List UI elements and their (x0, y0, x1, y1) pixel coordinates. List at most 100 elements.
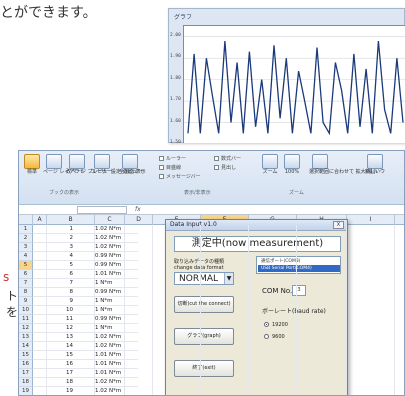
checkbox-label: ルーラー (166, 156, 187, 162)
name-box[interactable] (77, 206, 127, 214)
cell-a[interactable]: 11 (33, 315, 93, 324)
cell-a[interactable]: 6 (33, 270, 93, 279)
cell-b[interactable]: 0.99 N*m (93, 252, 138, 261)
cell-a[interactable]: 19 (33, 387, 93, 395)
ribbon-button[interactable]: 100% (281, 154, 303, 184)
ribbon-button[interactable]: 改ページ プレビュー (66, 154, 113, 184)
ribbon-checkbox[interactable]: 数式バー (214, 155, 241, 162)
cell-a[interactable]: 15 (33, 351, 93, 360)
row-header[interactable]: 10 (19, 306, 33, 315)
port-list-item[interactable]: USB Serial Port(COM4) (258, 265, 340, 272)
cell-b[interactable]: 1.02 N*m (93, 225, 138, 234)
row-header[interactable]: 6 (19, 270, 33, 279)
port-list-item[interactable]: 通信ポート(COM3) (258, 258, 340, 265)
row-header[interactable]: 18 (19, 378, 33, 387)
baud-radio-9600[interactable]: 9600 (264, 334, 285, 340)
ribbon-button[interactable]: 標準 (21, 154, 43, 184)
row-header[interactable]: 9 (19, 297, 33, 306)
cell-b[interactable]: 1.01 N*m (93, 270, 138, 279)
column-header[interactable]: I (347, 215, 395, 225)
cell-a[interactable]: 8 (33, 288, 93, 297)
cell-a[interactable]: 4 (33, 252, 93, 261)
chevron-down-icon[interactable]: ▼ (224, 273, 233, 284)
disconnect-button[interactable]: 切断(cut the connect) (174, 296, 234, 313)
cell-a[interactable]: 7 (33, 279, 93, 288)
cell-a[interactable]: 12 (33, 324, 93, 333)
cell-a[interactable]: 1 (33, 225, 93, 234)
cell-a[interactable]: 18 (33, 378, 93, 387)
checkbox-label: メッセージバー (166, 174, 201, 180)
row-header[interactable]: 11 (19, 315, 33, 324)
formula-bar: fx (19, 205, 404, 215)
ribbon-checkbox[interactable]: 目盛線 (159, 164, 181, 171)
row-header[interactable]: 13 (19, 333, 33, 342)
ribbon-checkbox[interactable]: メッセージバー (159, 173, 201, 180)
column-header[interactable]: B (47, 215, 95, 225)
cell-a[interactable]: 14 (33, 342, 93, 351)
cell-a[interactable]: 17 (33, 369, 93, 378)
row-header[interactable]: 1 (19, 225, 33, 234)
close-button[interactable]: X (333, 221, 344, 229)
graph-button[interactable]: グラフ(graph) (174, 328, 234, 345)
column-header[interactable]: A (33, 215, 47, 225)
cell-b[interactable]: 1.01 N*m (93, 369, 138, 378)
ribbon-button-label: 新しいウ (364, 169, 385, 175)
cell-a[interactable]: 5 (33, 261, 93, 270)
ribbon-checkbox[interactable]: ルーラー (159, 155, 186, 162)
cell-b[interactable]: 1 N*m (93, 306, 138, 315)
cell-a[interactable]: 2 (33, 234, 93, 243)
column-header[interactable]: C (95, 215, 125, 225)
row-header[interactable]: 4 (19, 252, 33, 261)
row-header[interactable]: 19 (19, 387, 33, 395)
column-header[interactable]: D (125, 215, 153, 225)
row-header[interactable]: 2 (19, 234, 33, 243)
ribbon-button[interactable]: ユーザー設定 のビュー (91, 154, 143, 184)
row-header[interactable]: 17 (19, 369, 33, 378)
com-input[interactable]: 3 (292, 285, 306, 296)
format-combo[interactable]: NORMAL ▼ (174, 272, 234, 285)
ribbon-button[interactable]: 新しいウ (364, 154, 386, 184)
row-header[interactable]: 5 (19, 261, 33, 270)
row-header[interactable]: 7 (19, 279, 33, 288)
page-normal-icon (24, 154, 40, 169)
cell-a[interactable]: 3 (33, 243, 93, 252)
exit-button[interactable]: 終了(exit) (174, 360, 234, 377)
cell-b[interactable]: 0.99 N*m (93, 261, 138, 270)
port-listbox[interactable]: 通信ポート(COM3) USB Serial Port(COM4) (256, 256, 341, 274)
ribbon-button[interactable]: ページ レイアウト (43, 154, 85, 184)
cell-b[interactable]: 0.99 N*m (93, 288, 138, 297)
cell-b[interactable]: 1.02 N*m (93, 342, 138, 351)
cell-a[interactable]: 16 (33, 360, 93, 369)
cell-b[interactable]: 1.01 N*m (93, 360, 138, 369)
cell-b[interactable]: 1.01 N*m (93, 351, 138, 360)
cell-b[interactable]: 1.02 N*m (93, 243, 138, 252)
select-all-corner[interactable] (19, 215, 33, 225)
cell-b[interactable]: 1 N*m (93, 324, 138, 333)
ribbon-button[interactable]: ズーム (259, 154, 281, 184)
grid-line (346, 225, 347, 395)
ribbon-button-label: 100% (284, 169, 300, 175)
row-header[interactable]: 16 (19, 360, 33, 369)
cell-b[interactable]: 0.99 N*m (93, 315, 138, 324)
format-label-en: change data format (174, 265, 224, 271)
row-header[interactable]: 8 (19, 288, 33, 297)
cell-b[interactable]: 1.02 N*m (93, 234, 138, 243)
ribbon-button[interactable]: 選択範囲に合わせて 拡大/縮小 (309, 154, 377, 184)
cell-b[interactable]: 1.02 N*m (93, 387, 138, 395)
cell-b[interactable]: 1.02 N*m (93, 378, 138, 387)
row-header[interactable]: 12 (19, 324, 33, 333)
fx-icon[interactable]: fx (135, 206, 141, 213)
cell-b[interactable]: 1 N*m (93, 279, 138, 288)
row-header[interactable]: 14 (19, 342, 33, 351)
ribbon-button[interactable]: 全画面 表示 (119, 154, 146, 184)
row-header[interactable]: 3 (19, 243, 33, 252)
ribbon-checkbox[interactable]: 見出し (214, 164, 236, 171)
cell-a[interactable]: 13 (33, 333, 93, 342)
cell-a[interactable]: 9 (33, 297, 93, 306)
grid-line (248, 225, 249, 395)
cell-a[interactable]: 10 (33, 306, 93, 315)
cell-b[interactable]: 1.02 N*m (93, 333, 138, 342)
row-header[interactable]: 15 (19, 351, 33, 360)
cell-b[interactable]: 1 N*m (93, 297, 138, 306)
baud-radio-19200[interactable]: 19200 (264, 322, 288, 328)
